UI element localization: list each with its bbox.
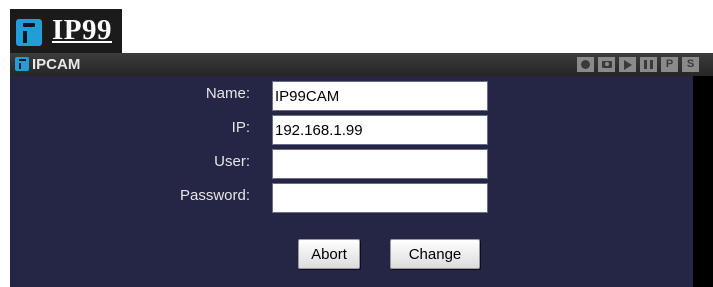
record-button[interactable] — [577, 57, 594, 72]
snapshot-button[interactable] — [598, 57, 615, 72]
abort-button[interactable]: Abort — [298, 239, 360, 269]
change-button[interactable]: Change — [390, 239, 480, 269]
camera-icon — [601, 61, 612, 68]
app-icon — [15, 57, 29, 71]
app-frame: IP99 IPCAM P S Name: IP99CAM IP: 192.168… — [10, 9, 713, 287]
user-input[interactable] — [272, 149, 488, 179]
p-button[interactable]: P — [661, 57, 678, 72]
name-label: Name: — [205, 85, 250, 102]
title-bar: IPCAM P S — [10, 53, 713, 76]
toolbar: P S — [577, 57, 699, 72]
s-button[interactable]: S — [682, 57, 699, 72]
pause-icon — [644, 60, 653, 69]
logo-mark-icon — [16, 19, 42, 46]
s-icon: S — [686, 58, 695, 70]
play-icon — [623, 59, 632, 70]
play-button[interactable] — [619, 57, 636, 72]
logo-bar: IP99 — [10, 9, 713, 53]
window-title: IPCAM — [32, 56, 81, 73]
record-icon — [581, 60, 590, 69]
logo-text: IP99 — [52, 14, 112, 46]
scroll-strip — [693, 76, 713, 287]
password-input[interactable] — [272, 183, 488, 213]
p-icon: P — [665, 58, 674, 70]
pause-button[interactable] — [640, 57, 657, 72]
logo: IP99 — [10, 9, 122, 53]
ip-label: IP: — [231, 119, 250, 136]
settings-panel: Name: IP: User: Password: Abort Change — [10, 76, 693, 287]
user-label: User: — [214, 153, 250, 170]
ip-input[interactable] — [272, 115, 488, 145]
name-input[interactable] — [272, 81, 488, 111]
password-label: Password: — [179, 187, 250, 204]
